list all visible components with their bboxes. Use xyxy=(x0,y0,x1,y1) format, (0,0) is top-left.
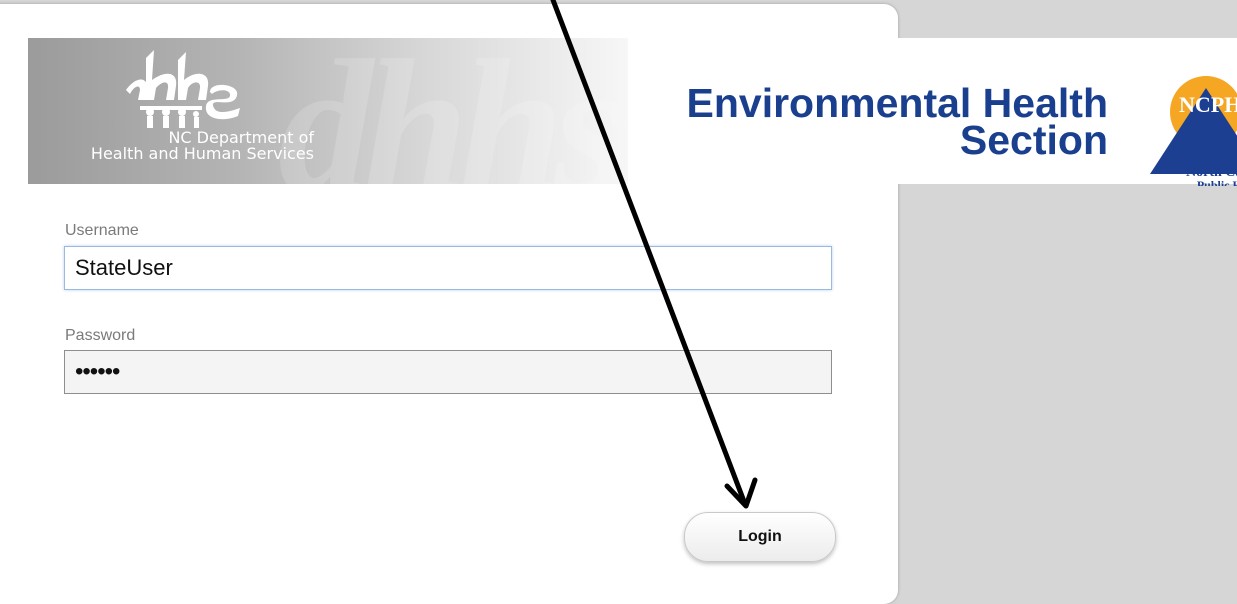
username-label: Username xyxy=(65,222,139,239)
dhhs-banner: dhhs NC Department of Health and Human S… xyxy=(28,38,628,184)
login-button[interactable]: Login xyxy=(684,512,836,562)
ncph-logo-icon: NCPH North Carolina Public Health xyxy=(1150,76,1237,186)
ncph-abbrev: NCPH xyxy=(1179,92,1237,117)
ncph-line-2: Public Health xyxy=(1197,178,1237,186)
section-title-line-2: Section xyxy=(959,117,1108,163)
dhhs-watermark: dhhs xyxy=(278,38,628,184)
dhhs-logo-icon xyxy=(126,50,240,128)
password-input[interactable]: •••••• xyxy=(64,350,832,394)
section-title: Environmental Health Section xyxy=(608,83,1108,163)
username-input[interactable]: StateUser xyxy=(64,246,832,290)
header-banner: dhhs NC Department of Health and Human S… xyxy=(28,38,1237,186)
department-line-2: Health and Human Services xyxy=(90,144,314,163)
department-name: NC Department of Health and Human Servic… xyxy=(28,130,314,162)
password-label: Password xyxy=(65,327,136,344)
